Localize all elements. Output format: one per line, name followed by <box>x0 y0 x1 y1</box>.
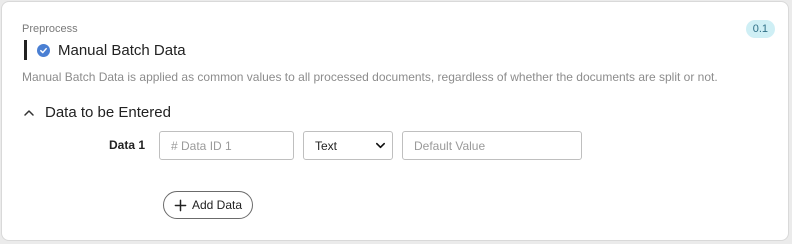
data-type-value: Text <box>315 138 338 153</box>
data-id-input[interactable] <box>159 131 294 160</box>
data-row-label: Data 1 <box>109 138 146 152</box>
data-group-title: Data to be Entered <box>45 104 171 121</box>
data-type-select[interactable]: Text <box>303 131 393 160</box>
version-badge: 0.1 <box>745 20 775 38</box>
plus-icon <box>173 198 187 212</box>
title-row: Manual Batch Data <box>24 40 186 60</box>
check-circle-icon <box>37 43 50 57</box>
add-data-label: Add Data <box>192 198 243 212</box>
add-data-button[interactable]: Add Data <box>163 191 254 219</box>
manual-batch-data-card: Preprocess 0.1 Manual Batch Data Manual … <box>1 1 789 241</box>
section-label: Preprocess <box>22 23 78 35</box>
page-title: Manual Batch Data <box>58 41 186 59</box>
chevron-down-icon <box>375 140 386 151</box>
data-group-toggle[interactable]: Data to be Entered <box>22 104 171 121</box>
chevron-up-icon[interactable] <box>22 106 36 120</box>
title-accent-bar <box>24 40 27 60</box>
description-text: Manual Batch Data is applied as common v… <box>22 70 718 84</box>
default-value-input[interactable] <box>402 131 582 160</box>
